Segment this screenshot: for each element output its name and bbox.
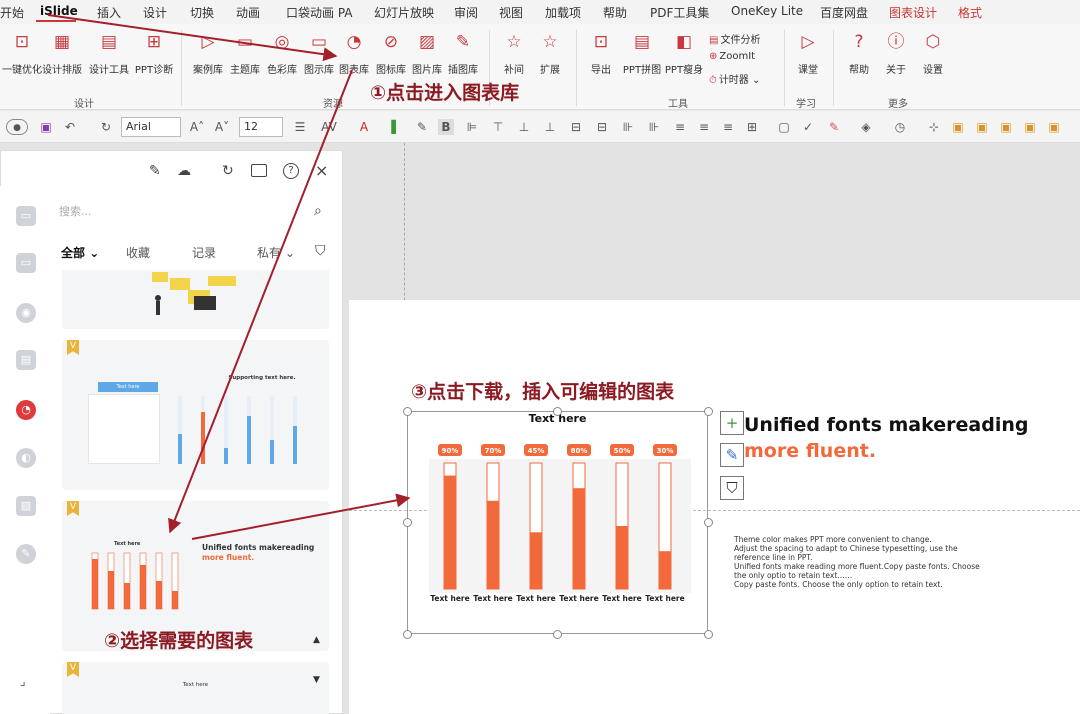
arrow-to-template <box>168 69 353 534</box>
annotation-arrows <box>47 14 411 540</box>
arrow-to-chart-library <box>47 14 338 62</box>
arrow-to-slide <box>191 493 411 540</box>
